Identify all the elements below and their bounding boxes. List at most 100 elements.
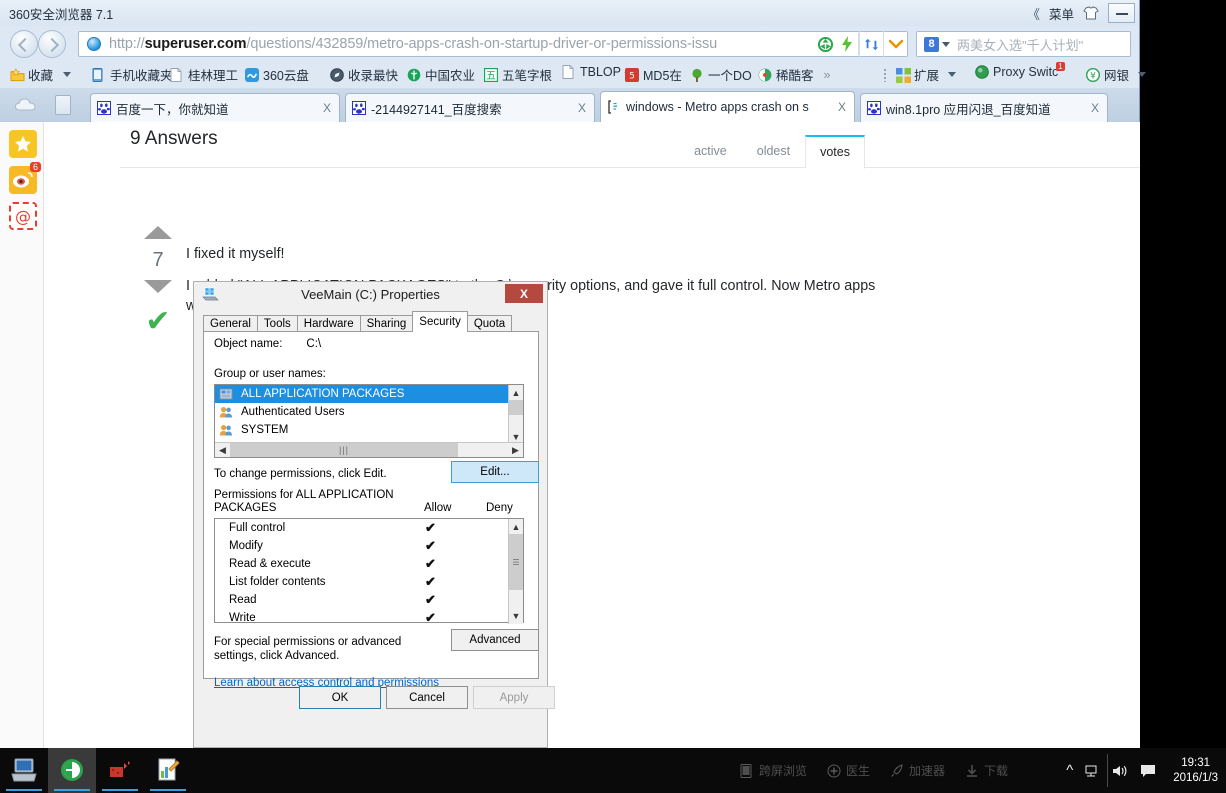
refresh-icon[interactable] xyxy=(859,31,883,57)
advanced-button[interactable]: Advanced xyxy=(451,629,539,651)
tab-close-button[interactable]: X xyxy=(836,100,848,114)
scroll-up-arrow-icon[interactable]: ▲ xyxy=(509,385,523,400)
permissions-list[interactable]: Full control ✔ Modify ✔ Read & execute ✔… xyxy=(214,518,524,625)
status-cross-screen[interactable]: 跨屏浏览 xyxy=(740,762,807,779)
downvote-button[interactable] xyxy=(144,280,172,293)
tab-close-button[interactable]: X xyxy=(576,101,588,115)
cloud-sync-icon[interactable] xyxy=(14,97,38,113)
list-item[interactable]: ALL APPLICATION PACKAGES xyxy=(215,385,523,403)
mail-icon[interactable]: @ xyxy=(9,202,37,230)
taskbar-item-browser-360[interactable] xyxy=(48,748,96,793)
tab-oldest[interactable]: oldest xyxy=(742,135,805,168)
search-engine-icon[interactable]: 8 xyxy=(924,36,939,52)
new-tab-button[interactable] xyxy=(55,95,71,115)
weibo-icon[interactable]: 6 xyxy=(9,162,41,194)
minimize-button[interactable] xyxy=(1108,3,1135,23)
status-accelerator[interactable]: 加速器 xyxy=(890,762,945,779)
volume-icon[interactable] xyxy=(1111,763,1129,779)
table-row[interactable]: Write ✔ xyxy=(215,609,523,627)
bookmark-onedo[interactable]: 一个DO xyxy=(690,65,752,84)
scroll-up-arrow-icon[interactable]: ▲ xyxy=(509,519,523,534)
tab-active[interactable]: active xyxy=(679,135,742,168)
bookmark-mobile-favorites[interactable]: 手机收藏夹 xyxy=(92,65,173,84)
scroll-track[interactable] xyxy=(509,590,523,608)
search-input[interactable]: 两美女入选"千人计划" xyxy=(957,35,1083,54)
tab-hardware[interactable]: Hardware xyxy=(296,315,361,332)
list-item[interactable]: SYSTEM xyxy=(215,421,523,439)
chevron-down-icon[interactable] xyxy=(63,72,72,77)
chevron-down-icon[interactable] xyxy=(1138,72,1147,77)
action-center-icon[interactable] xyxy=(1139,763,1157,779)
status-doctor[interactable]: 医生 xyxy=(827,762,870,779)
status-download[interactable]: 下载 xyxy=(965,762,1008,779)
bookmark-guilin[interactable]: 桂林理工 xyxy=(170,65,238,84)
group-list-hscrollbar[interactable]: ◀ ||| ▶ xyxy=(215,442,523,457)
scroll-right-arrow-icon[interactable]: ▶ xyxy=(508,443,523,457)
toolbar-proxy-switcher[interactable]: Proxy Switc 1 xyxy=(975,61,1071,79)
tab-item-1[interactable]: -2144927141_百度搜索 X xyxy=(345,93,595,122)
scroll-thumb[interactable] xyxy=(509,400,523,415)
table-row[interactable]: Read & execute ✔ xyxy=(215,555,523,573)
close-icon[interactable]: X xyxy=(505,284,543,303)
search-bar[interactable]: 8 两美女入选"千人计划" xyxy=(916,31,1131,57)
permissions-vscrollbar[interactable]: ▲ ☰ ▼ xyxy=(508,519,523,624)
speed-lightning-icon[interactable] xyxy=(836,36,858,52)
edit-button[interactable]: Edit... xyxy=(451,461,539,483)
show-hidden-icons-chevron[interactable]: ^ xyxy=(1066,762,1073,779)
bookmark-md5[interactable]: 5 MD5在 xyxy=(625,65,682,84)
toolbar-drag-handle[interactable] xyxy=(884,69,886,82)
tab-sharing[interactable]: Sharing xyxy=(359,315,414,332)
ok-button[interactable]: OK xyxy=(299,686,381,709)
safe-shield-icon[interactable] xyxy=(814,36,836,52)
tab-general[interactable]: General xyxy=(203,315,258,332)
tab-close-button[interactable]: X xyxy=(1089,101,1101,115)
group-list-vscrollbar[interactable]: ▲ ▼ xyxy=(508,385,523,444)
table-row[interactable]: Modify ✔ xyxy=(215,537,523,555)
scroll-track[interactable]: ||| xyxy=(230,443,508,457)
tab-votes[interactable]: votes xyxy=(805,135,865,169)
back-button[interactable] xyxy=(10,30,38,58)
network-icon[interactable] xyxy=(1083,763,1101,779)
scroll-down-arrow-icon[interactable]: ▼ xyxy=(509,608,523,623)
bookmark-wubi[interactable]: 五 五笔字根 xyxy=(484,65,552,84)
search-engine-caret-icon[interactable] xyxy=(942,41,950,47)
toolbar-extensions[interactable]: 扩展 xyxy=(896,65,957,84)
table-row[interactable]: List folder contents ✔ xyxy=(215,573,523,591)
table-row[interactable]: Read ✔ xyxy=(215,591,523,609)
bookmark-favorites[interactable]: 收藏 xyxy=(10,65,72,84)
tab-tools[interactable]: Tools xyxy=(256,315,298,332)
bookmark-tblop[interactable]: TBLOP - xyxy=(562,65,628,79)
apply-button[interactable]: Apply xyxy=(473,686,555,709)
bookmark-fastest[interactable]: 收录最快 xyxy=(330,65,398,84)
scroll-left-arrow-icon[interactable]: ◀ xyxy=(215,443,230,457)
tab-security[interactable]: Security xyxy=(412,311,468,332)
upvote-button[interactable] xyxy=(144,226,172,239)
table-row[interactable]: Full control ✔ xyxy=(215,519,523,537)
tab-item-0[interactable]: 百度一下，你就知道 X xyxy=(90,93,340,122)
forward-button[interactable] xyxy=(38,30,66,58)
clock[interactable]: 19:31 2016/1/3 xyxy=(1167,756,1218,786)
bookmarks-overflow-label[interactable]: » xyxy=(824,68,831,82)
taskbar-item-editor[interactable] xyxy=(144,748,192,793)
tab-close-button[interactable]: X xyxy=(321,101,333,115)
tab-quota[interactable]: Quota xyxy=(466,315,513,332)
bookmark-agriculture[interactable]: 中国农业 xyxy=(407,65,475,84)
scroll-track[interactable] xyxy=(509,415,523,429)
favorites-icon[interactable] xyxy=(9,130,37,158)
tab-item-2[interactable]: windows - Metro apps crash on s X xyxy=(600,91,855,122)
chevron-down-icon[interactable] xyxy=(948,72,957,77)
tab-item-3[interactable]: win8.1pro 应用闪退_百度知道 X xyxy=(860,93,1108,122)
scroll-thumb[interactable]: ☰ xyxy=(509,534,523,590)
toolbar-bank[interactable]: ¥ 网银 xyxy=(1086,65,1147,84)
collapse-chevrons-icon[interactable]: 《 xyxy=(1027,4,1040,23)
bookmark-360yunpan[interactable]: 360云盘 xyxy=(245,65,309,84)
taskbar-item-game[interactable] xyxy=(96,748,144,793)
menu-button[interactable]: 菜单 xyxy=(1049,4,1074,23)
skin-shirt-icon[interactable] xyxy=(1083,6,1099,20)
cancel-button[interactable]: Cancel xyxy=(386,686,468,709)
taskbar-item-computer[interactable] xyxy=(0,748,48,793)
list-item[interactable]: Authenticated Users xyxy=(215,403,523,421)
group-list[interactable]: ALL APPLICATION PACKAGES Authenticated U… xyxy=(214,384,524,458)
dropdown-caret-icon[interactable] xyxy=(883,31,907,57)
bookmark-kooke[interactable]: 稀酷客 » xyxy=(758,65,830,84)
